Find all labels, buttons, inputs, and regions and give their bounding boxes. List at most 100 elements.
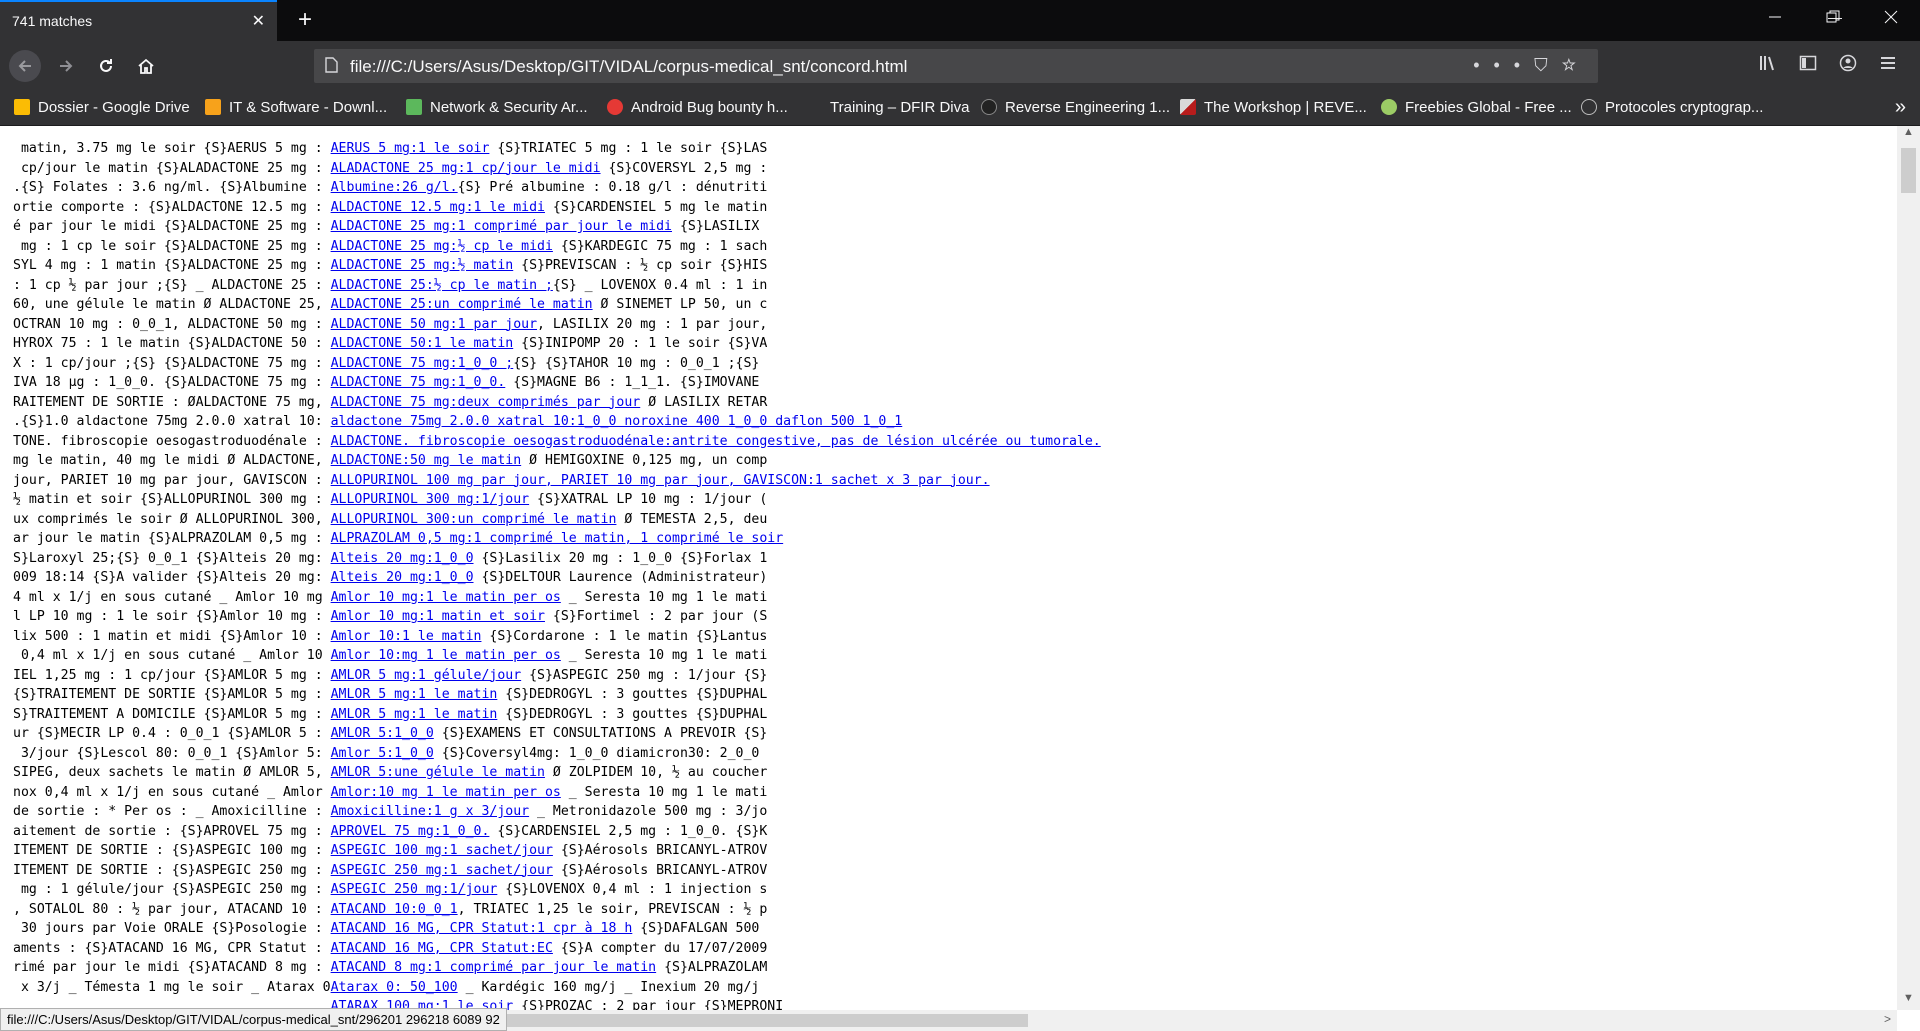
- address-bar[interactable]: file:///C:/Users/Asus/Desktop/GIT/VIDAL/…: [314, 49, 1598, 83]
- restore-icon[interactable]: [1808, 0, 1858, 41]
- bookmark-item[interactable]: The Workshop | REVE...: [1180, 99, 1367, 116]
- url-text[interactable]: file:///C:/Users/Asus/Desktop/GIT/VIDAL/…: [350, 57, 907, 77]
- concordance-line: é par jour le midi {S}ALDACTONE 25 mg : …: [13, 217, 1101, 237]
- match-link[interactable]: ALDACTONE 50 mg:1 par jour: [331, 317, 537, 332]
- match-link[interactable]: Amlor 10:mg 1 le matin per os: [331, 648, 561, 663]
- match-link[interactable]: Albumine:26 g/l.: [331, 180, 458, 195]
- back-button[interactable]: [9, 50, 41, 82]
- active-tab[interactable]: 741 matches ✕: [0, 0, 277, 41]
- concordance-line: jour, PARIET 10 mg par jour, GAVISCON : …: [13, 471, 1101, 491]
- vertical-scrollbar[interactable]: ▲ ▼: [1897, 126, 1920, 1010]
- bookmark-item[interactable]: IT & Software - Downl...: [205, 99, 387, 116]
- concordance-line: mg le matin, 40 mg le midi Ø ALDACTONE, …: [13, 451, 1101, 471]
- match-link[interactable]: Amlor:10 mg 1 le matin per os: [331, 785, 561, 800]
- match-link[interactable]: Amlor 10:1 le matin: [331, 629, 482, 644]
- bookmark-item[interactable]: Network & Security Ar...: [406, 99, 588, 116]
- sidebar-icon[interactable]: [1788, 54, 1828, 77]
- bookmark-item[interactable]: Android Bug bounty h...: [607, 99, 788, 116]
- match-link[interactable]: Alteis 20 mg:1_0_0: [331, 551, 474, 566]
- window-close-icon[interactable]: [1866, 0, 1916, 41]
- match-link[interactable]: ALLOPURINOL 100 mg par jour, PARIET 10 m…: [331, 473, 990, 488]
- match-link[interactable]: ALDACTONE 75 mg:1_0_0.: [331, 375, 506, 390]
- match-link[interactable]: ALDACTONE 25:un comprimé le matin: [331, 297, 593, 312]
- match-link[interactable]: Amlor 5:1_0_0: [331, 746, 434, 761]
- match-link[interactable]: Amlor 10 mg:1 matin et soir: [331, 609, 545, 624]
- match-link[interactable]: ALDACTONE 12.5 mg:1 le midi: [331, 200, 545, 215]
- tab-close-icon[interactable]: ✕: [252, 11, 265, 31]
- match-link[interactable]: AMLOR 5 mg:1 le matin: [331, 687, 498, 702]
- scroll-down-icon[interactable]: ▼: [1897, 992, 1920, 1004]
- match-link[interactable]: APROVEL 75 mg:1_0_0.: [331, 824, 490, 839]
- workshop-icon: [1180, 99, 1196, 115]
- account-icon[interactable]: [1828, 54, 1868, 77]
- bookmark-item[interactable]: Dossier - Google Drive: [14, 99, 190, 116]
- match-link[interactable]: ALPRAZOLAM 0,5 mg:1 comprimé le matin, 1…: [331, 531, 784, 546]
- match-link[interactable]: ALDACTONE. fibroscopie oesogastroduodéna…: [331, 434, 1101, 449]
- bookmarks-overflow-icon[interactable]: »: [1895, 96, 1906, 119]
- right-context: {S}ASPEGIC 250 mg : 1/jour {S}: [521, 667, 768, 683]
- concordance-line: S}TRAITEMENT A DOMICILE {S}AMLOR 5 mg : …: [13, 705, 1101, 725]
- page-info-icon[interactable]: [324, 57, 338, 77]
- match-link[interactable]: Amoxicilline:1 g x 3/jour: [331, 804, 530, 819]
- right-context: {S}Aérosols BRICANYL-ATROV: [552, 862, 768, 878]
- bookmark-item[interactable]: Training – DFIR Diva: [806, 99, 969, 116]
- right-context: Ø TEMESTA 2,5, deu: [616, 511, 768, 527]
- match-link[interactable]: aldactone 75mg 2.0.0 xatral 10:1_0_0 nor…: [331, 414, 903, 429]
- match-link[interactable]: AERUS 5 mg:1 le soir: [331, 141, 490, 156]
- scroll-right-icon[interactable]: >: [1884, 1012, 1891, 1026]
- scroll-up-icon[interactable]: ▲: [1897, 126, 1920, 138]
- match-link[interactable]: ALADACTONE 25 mg:1 cp/jour le midi: [331, 161, 601, 176]
- match-link[interactable]: ATACAND 16 MG, CPR Statut:1 cpr à 18 h: [331, 921, 633, 936]
- match-link[interactable]: ALDACTONE 25:½ cp le matin ;: [331, 278, 553, 293]
- new-tab-button[interactable]: +: [290, 6, 320, 34]
- left-context: ortie comporte : {S}ALDACTONE 12.5 mg :: [13, 199, 331, 215]
- match-link[interactable]: ALLOPURINOL 300:un comprimé le matin: [331, 512, 617, 527]
- bookmark-item[interactable]: Freebies Global - Free ...: [1381, 99, 1572, 116]
- match-link[interactable]: ASPEGIC 250 mg:1 sachet/jour: [331, 863, 553, 878]
- match-link[interactable]: ATACAND 8 mg:1 comprimé par jour le mati…: [331, 960, 657, 975]
- match-link[interactable]: AMLOR 5 mg:1 gélule/jour: [331, 668, 522, 683]
- match-link[interactable]: Amlor 10 mg:1 le matin per os: [331, 590, 561, 605]
- match-link[interactable]: ALDACTONE 25 mg:½ cp le midi: [331, 239, 553, 254]
- left-context: .{S}1.0 aldactone 75mg 2.0.0 xatral 10:: [13, 414, 331, 429]
- left-context: 30 jours par Voie ORALE {S}Posologie :: [13, 921, 331, 936]
- reload-button[interactable]: [90, 50, 122, 82]
- right-context: _ Seresta 10 mg 1 le mati: [560, 648, 768, 663]
- left-context: mg le matin, 40 mg le midi Ø ALDACTONE,: [13, 453, 331, 468]
- home-button[interactable]: [130, 50, 162, 82]
- match-link[interactable]: ALDACTONE 25 mg:1 comprimé par jour le m…: [331, 219, 672, 234]
- match-link[interactable]: ASPEGIC 250 mg:1/jour: [331, 882, 498, 897]
- match-link[interactable]: ASPEGIC 100 mg:1 sachet/jour: [331, 843, 553, 858]
- menu-icon[interactable]: [1868, 54, 1908, 77]
- minimize-icon[interactable]: [1750, 0, 1800, 41]
- left-context: {S}TRAITEMENT DE SORTIE {S}AMLOR 5 mg :: [13, 687, 331, 702]
- page-actions-icon[interactable]: •••: [1473, 55, 1534, 75]
- match-link[interactable]: AMLOR 5:une gélule le matin: [331, 765, 545, 780]
- library-icon[interactable]: [1748, 54, 1788, 77]
- match-link[interactable]: ALDACTONE 75 mg:1_0_0 ;: [331, 356, 514, 371]
- left-context: 3/jour {S}Lescol 80: 0_0_1 {S}Amlor 5:: [13, 745, 331, 761]
- concordance-line: ar jour le matin {S}ALPRAZOLAM 0,5 mg : …: [13, 529, 1101, 549]
- match-link[interactable]: ALLOPURINOL 300 mg:1/jour: [331, 492, 530, 507]
- forward-button[interactable]: [50, 50, 82, 82]
- right-context: {S}CARDENSIEL 5 mg le matin: [544, 199, 768, 215]
- match-link[interactable]: Atarax 0: 50_100: [331, 980, 458, 995]
- match-link[interactable]: ALDACTONE:50 mg le matin: [331, 453, 522, 468]
- match-link[interactable]: AMLOR 5:1_0_0: [331, 726, 434, 741]
- pocket-icon[interactable]: ⛉: [1534, 55, 1562, 75]
- match-link[interactable]: ALDACTONE 75 mg:deux comprimés par jour: [331, 395, 641, 410]
- bookmark-item[interactable]: Reverse Engineering 1...: [981, 99, 1170, 116]
- match-link[interactable]: AMLOR 5 mg:1 le matin: [331, 707, 498, 722]
- github-icon: [981, 99, 997, 115]
- right-context: Ø SINEMET LP 50, un c: [592, 297, 768, 312]
- concordance-line: ur {S}MECIR LP 0.4 : 0_0_1 {S}AMLOR 5 : …: [13, 724, 1101, 744]
- bookmark-item[interactable]: Protocoles cryptograp...: [1581, 99, 1763, 116]
- match-link[interactable]: ATACAND 16 MG, CPR Statut:EC: [331, 941, 553, 956]
- concordance-line: 009 18:14 {S}A valider {S}Alteis 20 mg: …: [13, 568, 1101, 588]
- match-link[interactable]: ALDACTONE 50:1 le matin: [331, 336, 514, 351]
- match-link[interactable]: Alteis 20 mg:1_0_0: [331, 570, 474, 585]
- vertical-scroll-thumb[interactable]: [1901, 148, 1916, 193]
- bookmark-star-icon[interactable]: ☆: [1562, 55, 1590, 75]
- match-link[interactable]: ATACAND 10:0_0_1: [331, 902, 458, 917]
- match-link[interactable]: ALDACTONE 25 mg:½ matin: [331, 258, 514, 273]
